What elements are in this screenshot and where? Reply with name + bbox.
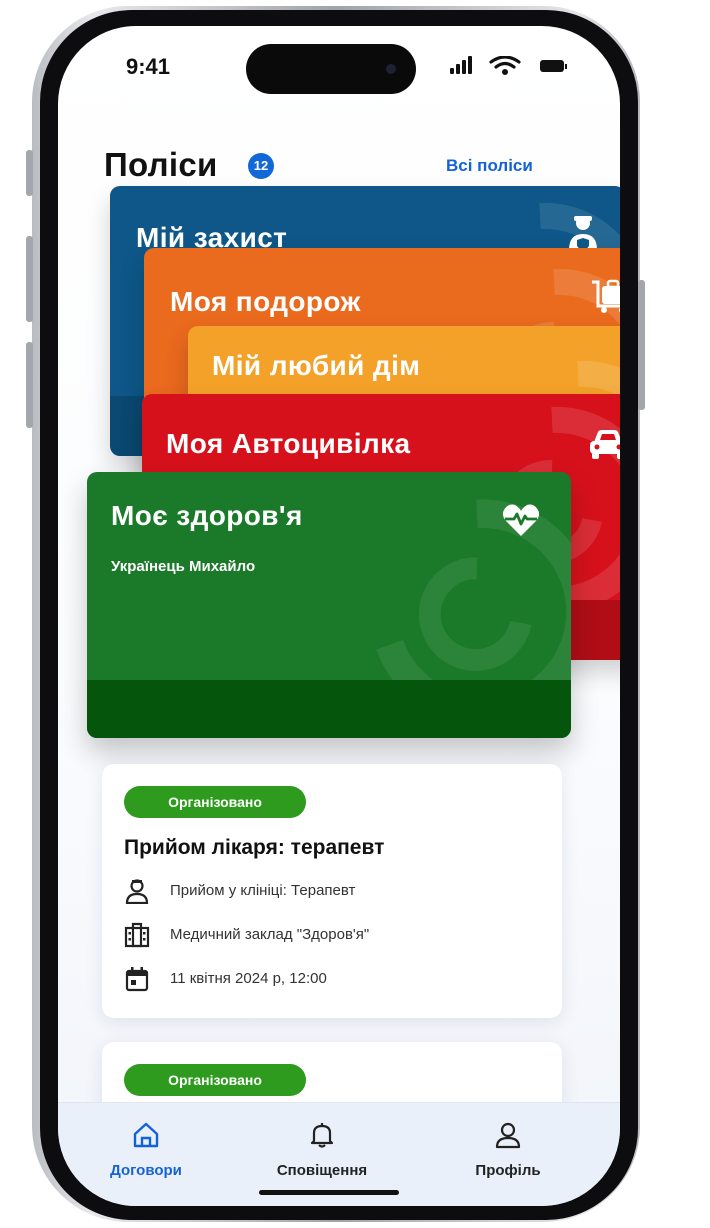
tab-label: Договори [110,1162,182,1179]
home-indicator[interactable] [259,1190,399,1195]
phone-power-button [638,280,645,410]
tab-contracts[interactable]: Договори [76,1121,216,1179]
tab-profile[interactable]: Профіль [438,1121,578,1179]
heart-pulse-icon [502,504,540,536]
battery-icon [540,60,564,72]
status-badge: Організовано [124,1064,306,1096]
card-name: Моя подорож [170,286,361,317]
card-name: Моє здоров'я [111,500,303,531]
tab-label: Сповіщення [276,1162,368,1179]
policy-card-health[interactable]: Моє здоров'я Українець Михайло [87,472,571,738]
app-screen: 9:41 Поліси 12 Всі поліси Мій захист Моя… [58,26,620,1206]
wifi-icon [489,56,521,75]
person-shield-icon [569,216,597,250]
phone-volume-down-button [26,342,33,428]
policy-count-badge: 12 [248,153,274,179]
page-title: Поліси [104,146,218,183]
luggage-icon [592,279,620,313]
bell-icon [310,1123,334,1148]
hospital-building-icon [124,922,150,948]
calendar-icon [125,967,149,992]
status-icons [450,56,567,76]
camera-icon [386,64,396,74]
status-time: 9:41 [126,54,171,79]
card-holder-name: Українець Михайло [111,558,256,575]
all-policies-link[interactable]: Всі поліси [446,156,533,176]
card-name: Мій любий дім [212,350,421,381]
facility-name: Медичний заклад "Здоров'я" [170,926,370,943]
appointment-card[interactable]: Організовано Прийом лікаря: терапевт При… [102,764,562,1018]
status-badge: Організовано [124,786,306,818]
phone-volume-up-button [26,236,33,322]
appointment-title: Прийом лікаря: терапевт [124,836,385,859]
appointment-type: Прийом у клініці: Терапевт [170,882,356,899]
tab-label: Профіль [475,1162,541,1179]
appointment-datetime: 11 квітня 2024 р, 12:00 [170,970,327,987]
signal-icon [450,56,474,74]
dynamic-island [246,44,416,94]
home-icon [133,1122,159,1148]
doctor-icon [125,879,149,904]
car-icon [590,430,620,459]
card-name: Моя Автоцивілка [166,428,411,459]
person-icon [495,1122,521,1149]
phone-action-button [26,150,33,196]
tab-notifications[interactable]: Сповіщення [252,1121,392,1179]
